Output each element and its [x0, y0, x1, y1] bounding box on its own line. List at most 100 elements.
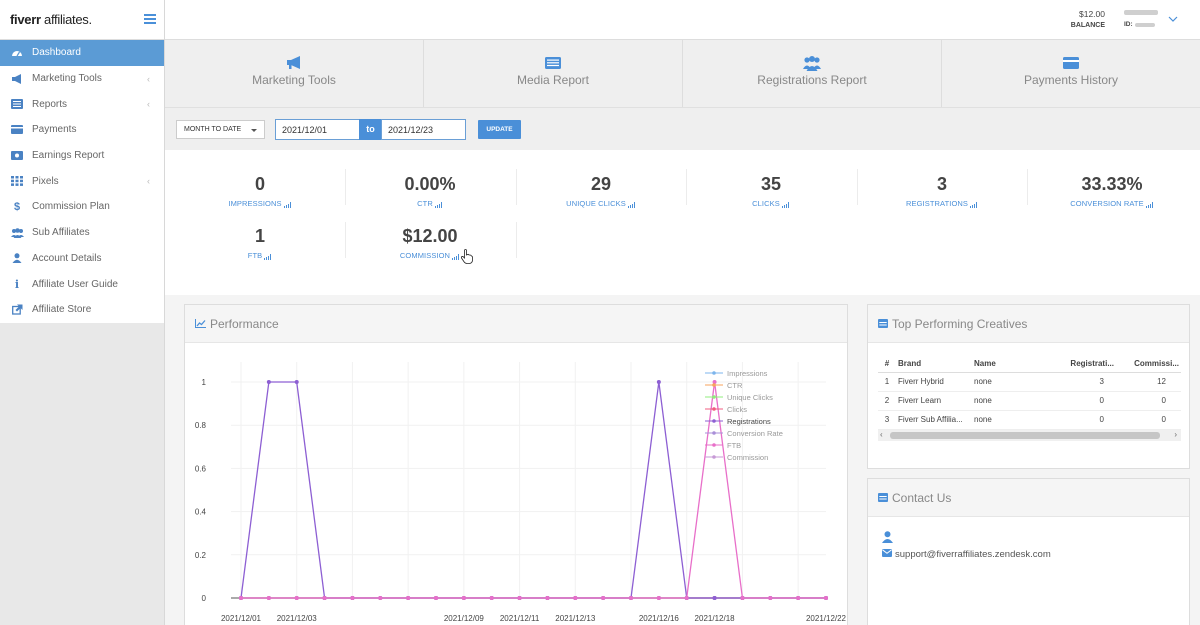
- bar-chart-icon: [1145, 202, 1154, 208]
- data-point: [796, 596, 801, 600]
- top-creatives-panel: Top Performing Creatives # Brand Name Re…: [867, 304, 1190, 469]
- dollar-icon: $: [13, 200, 21, 213]
- table-cell: 0: [1046, 410, 1116, 430]
- sidebar-item-dashboard[interactable]: Dashboard: [0, 40, 164, 66]
- column-header[interactable]: Brand: [896, 355, 972, 373]
- sidebar-item-earnings-report[interactable]: Earnings Report: [0, 143, 164, 169]
- quicknav-label: Registrations Report: [757, 73, 867, 87]
- sidebar-item-label: Sub Affiliates: [32, 227, 90, 239]
- kpi-label-link[interactable]: CTR: [417, 199, 443, 208]
- sidebar-item-affiliate-store[interactable]: Affiliate Store: [0, 297, 164, 323]
- caret-down-icon: [251, 129, 257, 132]
- kpi-label-link[interactable]: CLICKS: [752, 199, 790, 208]
- table-cell: 3: [878, 410, 896, 430]
- redacted-username: [1124, 10, 1158, 15]
- kpi-label-link[interactable]: IMPRESSIONS: [228, 199, 291, 208]
- app-logo[interactable]: fiverr affiliates.: [10, 12, 92, 27]
- kpi-value: 0: [254, 174, 265, 194]
- x-tick-label: 2021/12/11: [500, 614, 540, 623]
- balance: $12.00 BALANCE: [1060, 9, 1105, 29]
- column-header[interactable]: Name: [972, 355, 1046, 373]
- table-cell: Fiverr Learn: [896, 391, 972, 411]
- kpi-label-link[interactable]: CONVERSION RATE: [1070, 199, 1153, 208]
- hand-cursor-icon: [461, 249, 473, 264]
- legend-label: FTB: [727, 441, 741, 450]
- sidebar-item-reports[interactable]: Reports ‹: [0, 91, 164, 117]
- sidebar-item-label: Marketing Tools: [32, 73, 102, 85]
- legend-label: Commission: [727, 453, 768, 462]
- data-point: [601, 596, 606, 600]
- contact-email-link[interactable]: support@fiverraffiliates.zendesk.com: [895, 549, 1051, 560]
- table-cell: 12: [1116, 372, 1181, 392]
- sidebar-item-label: Affiliate Store: [32, 304, 92, 316]
- table-row: 3 Fiverr Sub Affilia... none 0 0: [878, 410, 1181, 430]
- date-to-input[interactable]: 2021/12/23: [381, 119, 466, 140]
- user-id: ID:: [1124, 21, 1158, 28]
- table-icon: [878, 319, 888, 328]
- top-creatives-header: Top Performing Creatives: [868, 305, 1189, 343]
- kpi-divider: [516, 222, 517, 258]
- date-from-input[interactable]: 2021/12/01: [275, 119, 360, 140]
- sidebar-item-commission-plan[interactable]: $ Commission Plan: [0, 194, 164, 220]
- kpi-label-link[interactable]: UNIQUE CLICKS: [566, 199, 636, 208]
- quicknav-media-report[interactable]: Media Report: [423, 40, 682, 107]
- contact-panel: Contact Us support@fiverraffiliates.zend…: [867, 478, 1190, 625]
- column-header[interactable]: Commissi...: [1116, 355, 1181, 373]
- user-menu[interactable]: ID:: [1124, 10, 1158, 28]
- data-point: [824, 596, 828, 600]
- sidebar-item-affiliate-user-guide[interactable]: i Affiliate User Guide: [0, 271, 164, 297]
- period-select-value: MONTH TO DATE: [184, 126, 242, 133]
- sidebar-item-sub-affiliates[interactable]: Sub Affiliates: [0, 220, 164, 246]
- quicknav-marketing-tools[interactable]: Marketing Tools: [165, 40, 423, 107]
- data-point: [712, 596, 717, 600]
- kpi-label-link[interactable]: COMMISSION: [400, 251, 460, 260]
- performance-chart: 0 0.2 0.4 0.6 0.8 1 2021/12/01 2021/12/03 2021/1…: [195, 362, 847, 623]
- column-header[interactable]: #: [878, 355, 896, 373]
- column-header[interactable]: Registrati...: [1046, 355, 1116, 373]
- megaphone-icon: [287, 56, 300, 69]
- kpi-value: 0.00%: [404, 174, 456, 194]
- logo-light: affiliates.: [40, 12, 92, 27]
- table-header-row: # Brand Name Registrati... Commissi...: [878, 355, 1181, 373]
- y-tick-label: 0: [202, 594, 207, 603]
- quicknav-payments-history[interactable]: Payments History: [941, 40, 1200, 107]
- sidebar-item-marketing-tools[interactable]: Marketing Tools ‹: [0, 66, 164, 92]
- kpi-label: CONVERSION RATE: [1070, 199, 1144, 208]
- sidebar-item-label: Pixels: [32, 175, 59, 187]
- sidebar-item-account-details[interactable]: Account Details: [0, 246, 164, 272]
- series-line: [241, 381, 826, 599]
- quicknav-label: Media Report: [516, 73, 590, 87]
- scroll-right-icon[interactable]: ›: [1174, 430, 1177, 439]
- kpi-label: REGISTRATIONS: [906, 199, 968, 208]
- legend-swatch-marker: [712, 407, 716, 411]
- kpi-label: FTB: [247, 251, 263, 260]
- chevron-down-icon[interactable]: [1168, 14, 1178, 24]
- horizontal-scrollbar[interactable]: ‹ ›: [878, 430, 1181, 441]
- y-tick-label: 0.2: [195, 551, 207, 560]
- table-cell: 0: [1116, 410, 1181, 430]
- credit-card-icon: [1063, 57, 1079, 69]
- table-row: 1 Fiverr Hybrid none 3 12: [878, 372, 1181, 392]
- kpi-registrations: 3 REGISTRATIONS: [857, 174, 1027, 209]
- kpi-label-link[interactable]: REGISTRATIONS: [906, 199, 978, 208]
- kpi-impressions: 0 IMPRESSIONS: [175, 174, 345, 209]
- data-point: [517, 596, 522, 600]
- data-point: [489, 596, 494, 600]
- table-cell: none: [972, 391, 1046, 411]
- update-button[interactable]: UPDATE: [478, 120, 521, 139]
- quicknav-registrations-report[interactable]: Registrations Report: [682, 40, 941, 107]
- money-icon: [10, 150, 24, 162]
- kpi-label-link[interactable]: FTB: [248, 251, 272, 260]
- sidebar-item-pixels[interactable]: Pixels ‹: [0, 168, 164, 194]
- data-point: [573, 596, 578, 600]
- menu-toggle-icon[interactable]: [144, 14, 156, 24]
- bar-chart-icon: [283, 202, 292, 208]
- chevron-left-icon: ‹: [147, 176, 150, 187]
- scrollbar-thumb[interactable]: [890, 432, 1160, 439]
- data-point: [322, 596, 327, 600]
- kpi-ftb: 1 FTB: [175, 226, 345, 261]
- scroll-left-icon[interactable]: ‹: [880, 430, 883, 439]
- sidebar-item-payments[interactable]: Payments: [0, 117, 164, 143]
- period-select[interactable]: MONTH TO DATE: [176, 120, 265, 139]
- data-point: [350, 596, 355, 600]
